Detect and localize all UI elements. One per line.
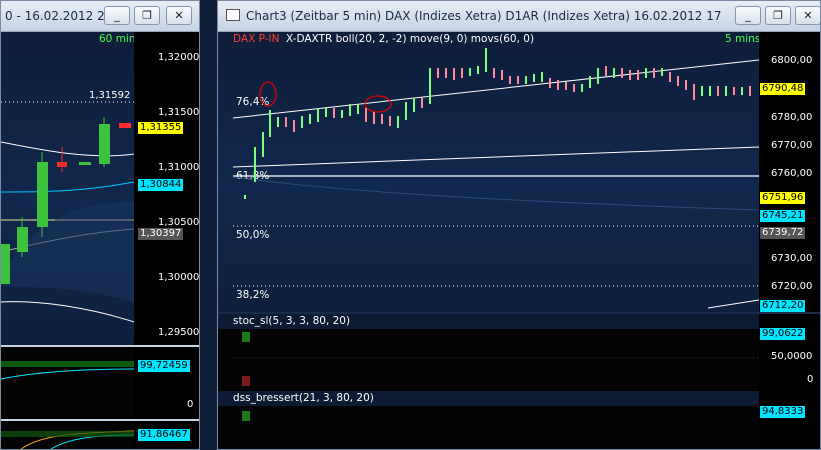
- left-tick-2: 1,31000: [158, 162, 200, 173]
- chart-window-icon: [226, 9, 240, 21]
- stoc-badge: 99,0622: [760, 328, 806, 340]
- right-price-axis: 6800,00 6780,00 6770,00 6760,00 6730,00 …: [759, 32, 820, 312]
- left-chart-window[interactable]: 0 - 16.02.2012 21... _ ❐ ✕ 60 mins 1,315…: [0, 0, 200, 450]
- right-chart-window[interactable]: Chart3 (Zeitbar 5 min) DAX (Indizes Xetr…: [217, 0, 821, 450]
- left-ind1-axis: 0: [134, 347, 199, 419]
- right-tick-2: 6770,00: [771, 140, 813, 151]
- right-badge-4: 6712,20: [760, 300, 806, 312]
- right-price-pane[interactable]: DAX P-IN X-DAXTR boll(20, 2, -2) move(9,…: [218, 32, 759, 312]
- right-badge-1: 6751,96: [760, 192, 806, 204]
- dss-pane[interactable]: dss_bressert(21, 3, 80, 20): [218, 391, 759, 449]
- background-window-strip: [200, 0, 217, 450]
- close-button[interactable]: ✕: [795, 6, 820, 25]
- right-badge-3: 6739,72: [760, 227, 806, 239]
- right-tick-4: 6730,00: [771, 253, 813, 264]
- right-tick-1: 6780,00: [771, 112, 813, 123]
- left-badge-2: 1,30397: [138, 228, 184, 240]
- restore-button[interactable]: ❐: [765, 6, 791, 25]
- right-title-bar[interactable]: Chart3 (Zeitbar 5 min) DAX (Indizes Xetr…: [218, 1, 820, 32]
- right-tick-0: 6800,00: [771, 55, 813, 66]
- left-tick-4: 1,30000: [158, 272, 200, 283]
- right-badge-0: 6790,48: [760, 83, 806, 95]
- left-tick-1: 1,31500: [158, 107, 200, 118]
- stoc-tick-0: 0: [807, 374, 814, 385]
- left-indicator-pane-2[interactable]: [1, 421, 134, 449]
- left-ind2-badge: 91,86467: [138, 429, 190, 441]
- dss-badge: 94,8333: [760, 406, 806, 418]
- right-price-chart: [232, 48, 759, 309]
- stoc-axis: 50,0000 0: [759, 314, 820, 391]
- dss-axis: [759, 391, 820, 449]
- left-badge-0: 1,31355: [138, 122, 184, 134]
- left-tick-5: 1,29500: [158, 327, 200, 338]
- right-badge-2: 6745,21: [760, 210, 806, 222]
- right-tick-3: 6760,00: [771, 168, 813, 179]
- left-price-chart: [1, 101, 134, 323]
- left-ind1-zero: 0: [187, 399, 194, 410]
- minimize-button[interactable]: _: [735, 6, 761, 25]
- left-indicator-pane-1[interactable]: [1, 347, 134, 419]
- restore-button[interactable]: ❐: [134, 6, 160, 25]
- left-tick-3: 1,30500: [158, 217, 200, 228]
- left-ind1-badge: 99,72459: [138, 360, 190, 372]
- left-title-bar[interactable]: 0 - 16.02.2012 21... _ ❐ ✕: [1, 1, 199, 32]
- left-badge-1: 1,30844: [138, 179, 184, 191]
- left-price-pane[interactable]: 60 mins 1,31592: [1, 32, 134, 345]
- right-window-title: Chart3 (Zeitbar 5 min) DAX (Indizes Xetr…: [246, 9, 722, 23]
- left-tick-0: 1,32000: [158, 52, 200, 63]
- close-button[interactable]: ✕: [166, 6, 192, 25]
- stoc-tick-50: 50,0000: [771, 351, 813, 362]
- minimize-button[interactable]: _: [104, 6, 130, 25]
- stoc-pane[interactable]: stoc_sl(5, 3, 3, 80, 20): [218, 314, 759, 391]
- right-tick-5: 6720,00: [771, 281, 813, 292]
